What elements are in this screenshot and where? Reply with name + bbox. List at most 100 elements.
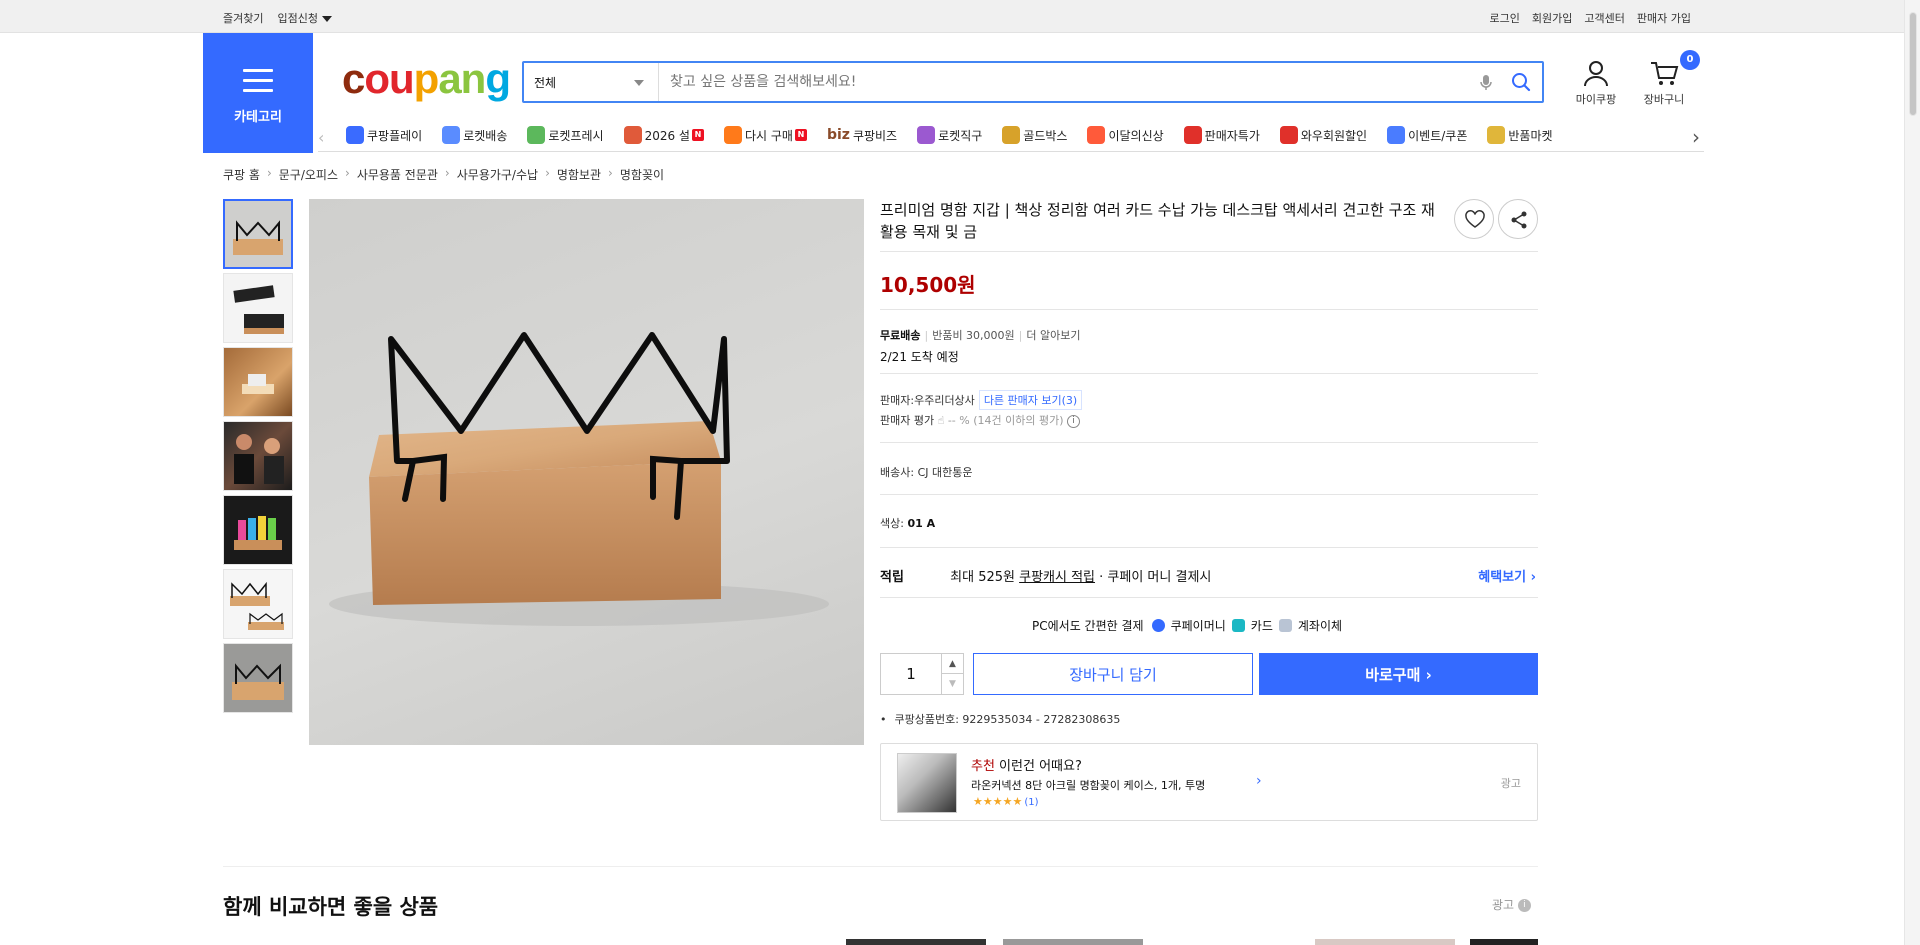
bank-transfer-icon bbox=[1278, 619, 1292, 632]
quantity-input[interactable]: 1 bbox=[881, 654, 941, 694]
bookmark-link[interactable]: 즐겨찾기 bbox=[223, 10, 263, 26]
quick-menu-item[interactable]: biz 쿠팡비즈 bbox=[827, 126, 897, 144]
quick-menu-label: 판매자특가 bbox=[1204, 128, 1260, 143]
reward-info: 적립 최대 525원 쿠팡캐시 적립 · 쿠페이 머니 결제시 혜택보기 › bbox=[880, 566, 1538, 585]
cart-count-badge: 0 bbox=[1680, 50, 1700, 70]
breadcrumb-item[interactable]: 명함보관 bbox=[557, 166, 601, 183]
quick-menu-label: 쿠팡비즈 bbox=[852, 128, 898, 143]
breadcrumb-separator-icon: › bbox=[608, 166, 613, 180]
breadcrumb-separator-icon: › bbox=[444, 166, 450, 180]
quick-menu-list: 쿠팡플레이 로켓배송 로켓프레시 2026 설 N 다시 구매 N biz 쿠팡비즈 로켓직구 골드… bbox=[346, 126, 1573, 144]
chevron-left-icon[interactable]: ‹ bbox=[318, 128, 324, 147]
shipping-more-link[interactable]: 더 알아보기 bbox=[1026, 329, 1080, 342]
product-thumbnail[interactable] bbox=[223, 273, 293, 343]
store-apply-label: 입점신청 bbox=[277, 12, 318, 25]
quick-menu-item[interactable]: 와우회원할인 bbox=[1279, 126, 1368, 144]
compare-ad-text: 광고 bbox=[1492, 898, 1515, 912]
recommended-product-image[interactable] bbox=[897, 753, 957, 813]
breadcrumb-item[interactable]: 사무용가구/수납 bbox=[457, 166, 538, 183]
divider bbox=[880, 442, 1538, 443]
quantity-increase-button[interactable]: ▲ bbox=[941, 654, 963, 674]
seller-signup-link[interactable]: 판매자 가입 bbox=[1637, 10, 1691, 26]
other-sellers-button[interactable]: 다른 판매자 보기(3) bbox=[978, 390, 1083, 410]
quick-menu-item[interactable]: 로켓프레시 bbox=[527, 126, 604, 144]
chevron-right-icon[interactable]: › bbox=[1692, 125, 1700, 149]
share-icon bbox=[1511, 211, 1527, 229]
breadcrumb-item[interactable]: 명함꽂이 bbox=[620, 166, 664, 183]
new-icon bbox=[1087, 126, 1106, 144]
product-thumbnail[interactable] bbox=[223, 643, 293, 713]
quick-menu-item[interactable]: 골드박스 bbox=[1002, 126, 1067, 144]
breadcrumb-item[interactable]: 쿠팡 홈 bbox=[223, 166, 260, 183]
dropdown-arrow-icon bbox=[634, 80, 644, 86]
cart-label: 장바구니 bbox=[1643, 93, 1685, 106]
repurchase-icon bbox=[723, 126, 742, 144]
product-thumbnail[interactable] bbox=[223, 495, 293, 565]
product-thumbnail[interactable] bbox=[223, 569, 293, 639]
compare-product-image[interactable] bbox=[846, 939, 986, 945]
quick-menu-item[interactable]: 다시 구매 N bbox=[723, 126, 807, 144]
quick-menu-item[interactable]: 반품마켓 bbox=[1487, 126, 1553, 144]
easy-payment-info: PC에서도 간편한 결제 쿠페이머니 카드 계좌이체 bbox=[1032, 617, 1342, 634]
quick-menu-item[interactable]: 이달의신상 bbox=[1087, 126, 1164, 144]
benefit-link[interactable]: 혜택보기 › bbox=[1478, 566, 1536, 585]
search-icon[interactable] bbox=[1510, 71, 1532, 93]
product-thumbnail[interactable] bbox=[223, 421, 293, 491]
color-label: 색상: bbox=[880, 517, 908, 530]
cart-button[interactable]: 0 장바구니 bbox=[1636, 50, 1700, 107]
mycoupang-button[interactable]: 마이쿠팡 bbox=[1568, 58, 1624, 107]
category-menu-button[interactable]: 카테고리 bbox=[203, 33, 313, 153]
search-input[interactable] bbox=[660, 63, 1460, 101]
quick-menu-item[interactable]: 쿠팡플레이 bbox=[346, 126, 422, 144]
store-apply-link[interactable]: 입점신청 bbox=[277, 10, 332, 26]
quick-menu-label: 와우회원할인 bbox=[1300, 128, 1368, 143]
card-label: 카드 bbox=[1250, 619, 1273, 633]
cart-icon bbox=[1651, 62, 1679, 85]
product-main-image[interactable] bbox=[309, 199, 864, 745]
share-button[interactable] bbox=[1498, 199, 1538, 239]
info-icon[interactable]: i bbox=[1067, 414, 1080, 428]
free-shipping-label: 무료배송 bbox=[880, 329, 921, 342]
quick-menu-item[interactable]: 2026 설N bbox=[623, 126, 704, 144]
top-utility-bar: 즐겨찾기 입점신청 로그인 회원가입 고객센터 판매자 가입 bbox=[0, 0, 1904, 33]
recommendation-card[interactable]: 추천 이런건 어때요? 라온커넥션 8단 아크릴 명함꽂이 케이스, 1개, 투… bbox=[880, 743, 1538, 821]
customer-center-link[interactable]: 고객센터 bbox=[1584, 10, 1624, 26]
add-to-cart-button[interactable]: 장바구니 담기 bbox=[973, 653, 1253, 695]
courier-info: 배송사: CJ 대한통운 bbox=[880, 464, 972, 480]
category-label: 카테고리 bbox=[234, 110, 282, 125]
quick-menu-item[interactable]: 이벤트/쿠폰 bbox=[1387, 126, 1467, 144]
coupang-cash-link[interactable]: 쿠팡캐시 적립 bbox=[1019, 570, 1095, 585]
recommended-product-name[interactable]: 라온커넥션 8단 아크릴 명함꽂이 케이스, 1개, 투명 bbox=[971, 777, 1205, 793]
breadcrumb-separator-icon: › bbox=[345, 166, 350, 180]
quantity-decrease-button[interactable]: ▼ bbox=[941, 674, 963, 694]
review-count: (1) bbox=[1024, 797, 1039, 808]
login-link[interactable]: 로그인 bbox=[1490, 10, 1520, 26]
scrollbar-thumb[interactable] bbox=[1909, 12, 1917, 116]
seller-name[interactable]: 우주리더상사 bbox=[914, 392, 975, 408]
coupay-icon bbox=[1151, 619, 1165, 632]
breadcrumb-item[interactable]: 문구/오피스 bbox=[279, 166, 338, 183]
compare-product-image[interactable] bbox=[1003, 939, 1143, 945]
signup-link[interactable]: 회원가입 bbox=[1532, 10, 1572, 26]
quick-menu-item[interactable]: 로켓직구 bbox=[917, 126, 982, 144]
info-icon[interactable]: i bbox=[1517, 899, 1531, 912]
chevron-right-icon[interactable]: › bbox=[1256, 773, 1262, 789]
product-thumbnail[interactable] bbox=[223, 199, 293, 269]
microphone-icon[interactable] bbox=[1476, 72, 1496, 92]
buy-now-button[interactable]: 바로구매 › bbox=[1259, 653, 1538, 695]
product-price: 10,500원 bbox=[880, 273, 976, 297]
wishlist-button[interactable] bbox=[1454, 199, 1494, 239]
coupang-logo[interactable]: coupang bbox=[342, 55, 511, 103]
search-category-select[interactable]: 전체 bbox=[524, 63, 659, 101]
wow-icon bbox=[1279, 126, 1298, 144]
quick-menu-item[interactable]: 판매자특가 bbox=[1183, 126, 1260, 144]
compare-product-image[interactable] bbox=[1470, 939, 1538, 945]
quick-menu-label: 다시 구매 bbox=[744, 128, 793, 143]
breadcrumb-item[interactable]: 사무용품 전문관 bbox=[357, 166, 438, 183]
vertical-scrollbar[interactable] bbox=[1904, 0, 1920, 945]
compare-product-image[interactable] bbox=[1315, 939, 1455, 945]
card-icon bbox=[1231, 619, 1245, 632]
product-thumbnail[interactable] bbox=[223, 347, 293, 417]
reward-amount: 최대 525원 bbox=[950, 570, 1015, 585]
quick-menu-item[interactable]: 로켓배송 bbox=[442, 126, 507, 144]
